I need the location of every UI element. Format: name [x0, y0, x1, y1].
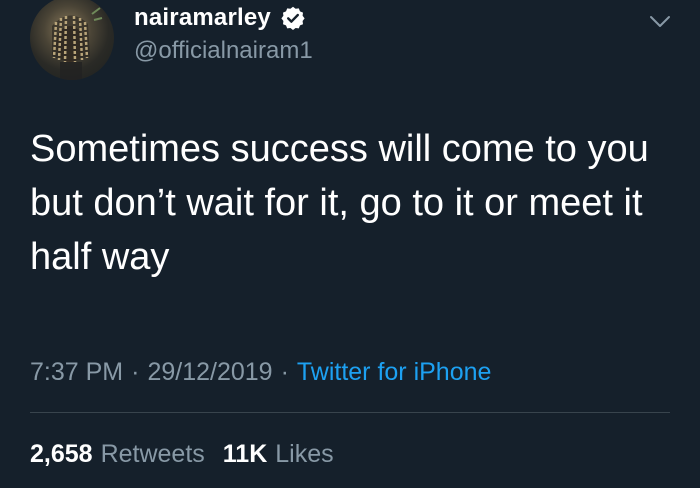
likes-stat[interactable]: 11K Likes [223, 440, 334, 469]
verified-badge-icon [281, 6, 305, 30]
tweet-meta: 7:37 PM · 29/12/2019 · Twitter for iPhon… [30, 354, 491, 390]
retweets-label: Retweets [100, 439, 205, 468]
avatar[interactable] [30, 0, 114, 80]
tweet-time[interactable]: 7:37 PM [30, 358, 123, 387]
chevron-down-icon[interactable] [648, 10, 672, 34]
likes-label: Likes [275, 439, 334, 468]
meta-separator: · [280, 357, 289, 386]
meta-separator: · [131, 357, 140, 386]
tweet-text-line: but don’t wait for it, go to it or meet … [30, 182, 643, 224]
tweet-text-line: half way [30, 236, 170, 278]
avatar-image [52, 7, 103, 80]
tweet-stats: 2,658 Retweets 11K Likes [30, 436, 334, 472]
tweet-source-link[interactable]: Twitter for iPhone [297, 358, 492, 387]
tweet-card: nairamarley @officialnairam1 Sometimes s… [0, 0, 700, 488]
tweet-text-line: Sometimes success will come to you [30, 128, 649, 170]
tweet-text: Sometimes success will come to you but d… [30, 122, 670, 284]
display-name[interactable]: nairamarley [134, 4, 271, 32]
divider [30, 412, 670, 413]
tweet-date[interactable]: 29/12/2019 [147, 358, 272, 387]
retweets-stat[interactable]: 2,658 Retweets [30, 440, 205, 469]
likes-count: 11K [222, 439, 268, 468]
retweets-count: 2,658 [30, 439, 93, 468]
user-handle[interactable]: @officialnairam1 [134, 37, 313, 65]
display-name-row: nairamarley [134, 3, 305, 33]
